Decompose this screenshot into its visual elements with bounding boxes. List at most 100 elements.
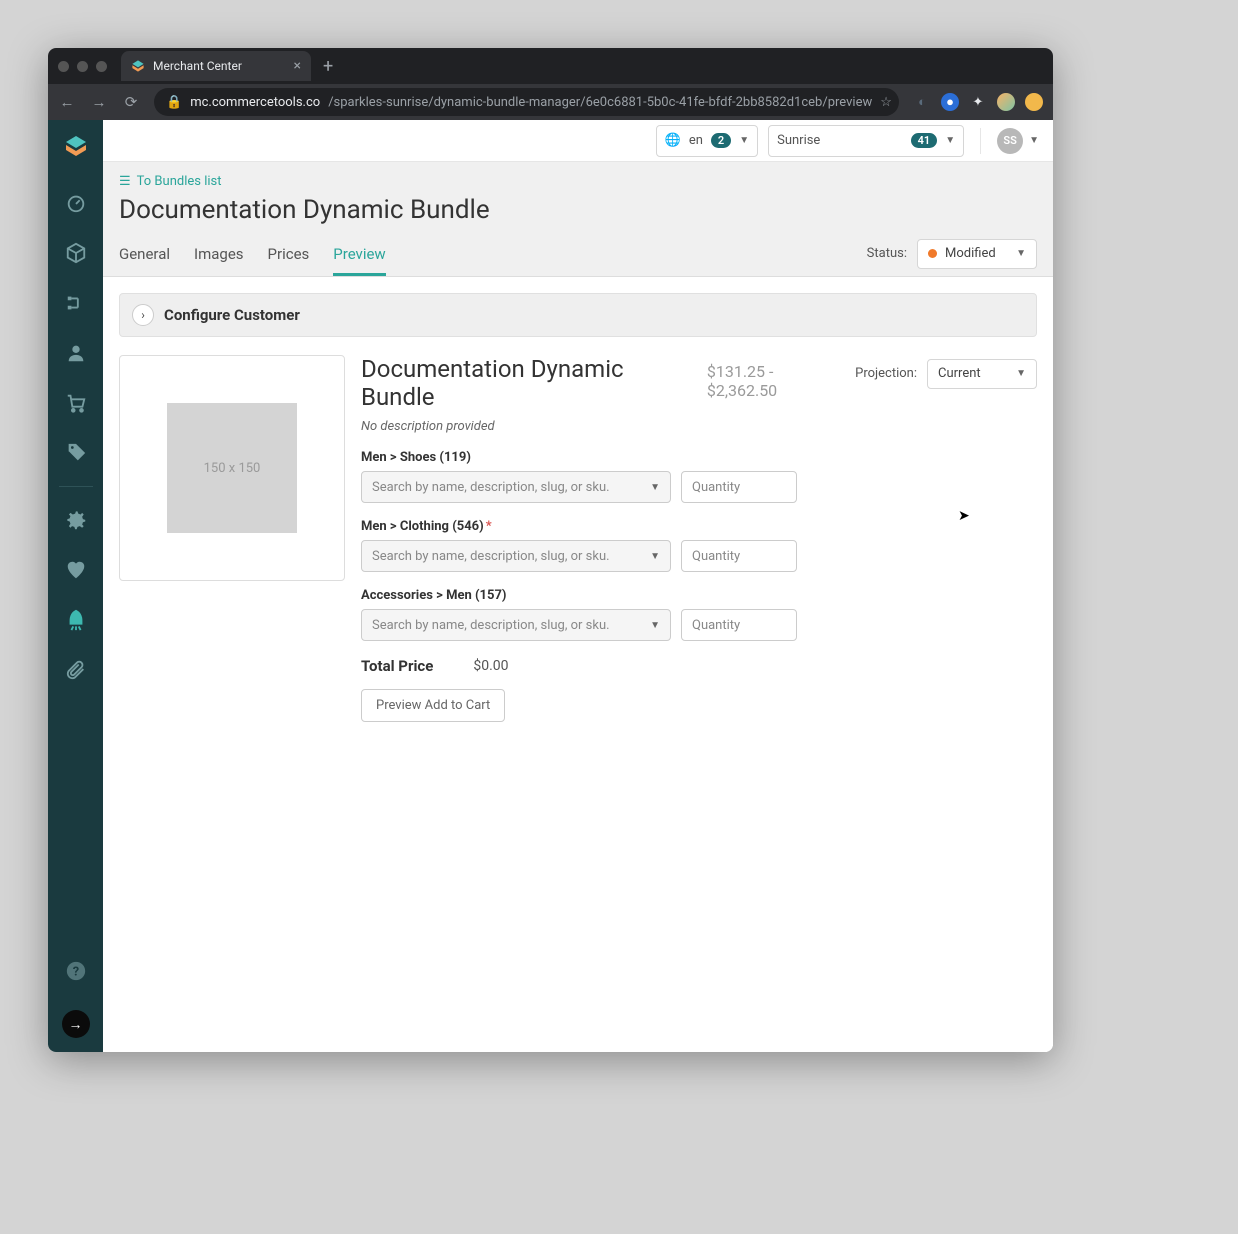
expand-sidebar-button[interactable]: → — [62, 1010, 90, 1038]
reload-button[interactable]: ⟳ — [122, 93, 140, 111]
status-label: Status: — [867, 246, 907, 261]
tab-prices[interactable]: Prices — [268, 237, 310, 276]
sidebar-item-orders[interactable] — [48, 378, 103, 428]
breadcrumb[interactable]: ☰ To Bundles list — [103, 162, 1053, 195]
chevron-down-icon: ▼ — [1016, 248, 1026, 259]
chevron-down-icon: ▼ — [1029, 135, 1039, 146]
avatar: SS — [997, 128, 1023, 154]
ext-icon-3[interactable] — [1025, 93, 1043, 111]
product-image-box: 150 x 150 — [119, 355, 345, 581]
app-logo[interactable] — [58, 128, 94, 164]
category-row-0: Men > Shoes (119) Search by name, descri… — [361, 450, 1037, 503]
project-badge: 41 — [911, 133, 938, 148]
close-icon[interactable]: × — [294, 58, 301, 74]
favicon-icon — [131, 59, 145, 73]
extensions: ◐ ● ✦ — [913, 93, 1043, 111]
detail-panel: Documentation Dynamic Bundle $131.25 - $… — [361, 355, 1037, 722]
quantity-input[interactable]: Quantity — [681, 540, 797, 572]
page-header: ☰ To Bundles list Documentation Dynamic … — [103, 162, 1053, 277]
category-search-input[interactable]: Search by name, description, slug, or sk… — [361, 471, 671, 503]
tab-preview[interactable]: Preview — [333, 237, 385, 276]
search-placeholder: Search by name, description, slug, or sk… — [372, 480, 610, 495]
tab-title: Merchant Center — [153, 59, 242, 73]
total-value: $0.00 — [473, 658, 508, 674]
projection-label: Projection: — [855, 366, 917, 381]
extensions-icon[interactable]: ✦ — [969, 93, 987, 111]
sidebar-item-attach[interactable] — [48, 645, 103, 695]
required-icon: * — [486, 519, 492, 534]
new-tab-button[interactable]: + — [323, 56, 333, 77]
language-badge: 2 — [711, 133, 731, 148]
status-selector[interactable]: Modified ▼ — [917, 239, 1037, 269]
app-shell: ? → 🌐 en 2 ▼ Sunrise 41 ▼ SS — [48, 120, 1053, 1052]
project-selector[interactable]: Sunrise 41 ▼ — [768, 125, 964, 157]
bookmark-icon[interactable]: ☆ — [880, 95, 892, 110]
category-search-input[interactable]: Search by name, description, slug, or sk… — [361, 609, 671, 641]
sidebar-item-launch[interactable] — [48, 595, 103, 645]
profile-icon[interactable] — [997, 93, 1015, 111]
sidebar-item-favorites[interactable] — [48, 545, 103, 595]
chevron-right-icon[interactable]: › — [132, 304, 154, 326]
ext-icon-2[interactable]: ● — [941, 93, 959, 111]
url-host: mc.commercetools.co — [190, 95, 320, 110]
traffic-max[interactable] — [96, 61, 107, 72]
breadcrumb-label: To Bundles list — [137, 174, 222, 189]
total-row: Total Price $0.00 — [361, 657, 1037, 675]
user-menu[interactable]: SS ▼ — [997, 128, 1039, 154]
url-bar[interactable]: 🔒 mc.commercetools.co /sparkles-sunrise/… — [154, 88, 899, 116]
chevron-down-icon: ▼ — [650, 620, 660, 631]
qty-placeholder: Quantity — [692, 480, 740, 495]
projection-selector[interactable]: Current ▼ — [927, 359, 1037, 389]
sidebar-item-settings[interactable] — [48, 495, 103, 545]
browser-tab[interactable]: Merchant Center × — [121, 51, 311, 81]
globe-icon: 🌐 — [665, 133, 681, 148]
window-controls[interactable] — [58, 61, 107, 72]
forward-button[interactable]: → — [90, 93, 108, 111]
tab-general[interactable]: General — [119, 237, 170, 276]
content-area: › Configure Customer 150 x 150 Documenta… — [103, 277, 1053, 1052]
list-icon: ☰ — [119, 174, 131, 189]
total-label: Total Price — [361, 657, 433, 675]
cursor-icon: ➤ — [958, 508, 970, 524]
app-topbar: 🌐 en 2 ▼ Sunrise 41 ▼ SS ▼ — [103, 120, 1053, 162]
chevron-down-icon: ▼ — [650, 482, 660, 493]
page-title: Documentation Dynamic Bundle — [103, 195, 1053, 237]
ext-icon-1[interactable]: ◐ — [913, 93, 931, 111]
quantity-input[interactable]: Quantity — [681, 471, 797, 503]
language-value: en — [689, 133, 703, 148]
qty-placeholder: Quantity — [692, 618, 740, 633]
no-description: No description provided — [361, 419, 1037, 434]
sidebar-item-products[interactable] — [48, 228, 103, 278]
search-placeholder: Search by name, description, slug, or sk… — [372, 618, 610, 633]
sidebar-item-customers[interactable] — [48, 328, 103, 378]
quantity-input[interactable]: Quantity — [681, 609, 797, 641]
configure-customer-panel[interactable]: › Configure Customer — [119, 293, 1037, 337]
language-selector[interactable]: 🌐 en 2 ▼ — [656, 125, 758, 157]
sidebar-item-help[interactable]: ? — [48, 946, 103, 996]
chevron-down-icon: ▼ — [945, 135, 955, 146]
traffic-min[interactable] — [77, 61, 88, 72]
category-label: Men > Clothing (546) — [361, 519, 484, 534]
category-row-1: Men > Clothing (546)* Search by name, de… — [361, 519, 1037, 572]
page-tabs: General Images Prices Preview Status: Mo… — [103, 237, 1053, 277]
tab-images[interactable]: Images — [194, 237, 244, 276]
category-label: Men > Shoes (119) — [361, 450, 471, 465]
chevron-down-icon: ▼ — [739, 135, 749, 146]
sidebar-item-categories[interactable] — [48, 278, 103, 328]
projection-value: Current — [938, 366, 981, 381]
sidebar-item-dashboard[interactable] — [48, 178, 103, 228]
category-search-input[interactable]: Search by name, description, slug, or sk… — [361, 540, 671, 572]
search-placeholder: Search by name, description, slug, or sk… — [372, 549, 610, 564]
traffic-close[interactable] — [58, 61, 69, 72]
sidebar-item-discounts[interactable] — [48, 428, 103, 478]
preview-add-to-cart-button[interactable]: Preview Add to Cart — [361, 689, 505, 722]
configure-title: Configure Customer — [164, 306, 300, 324]
price-range: $131.25 - $2,362.50 — [707, 362, 845, 400]
chevron-down-icon: ▼ — [650, 551, 660, 562]
category-label: Accessories > Men (157) — [361, 588, 506, 603]
qty-placeholder: Quantity — [692, 549, 740, 564]
detail-title: Documentation Dynamic Bundle — [361, 355, 697, 411]
project-value: Sunrise — [777, 133, 820, 148]
status-dot-icon — [928, 249, 937, 258]
back-button[interactable]: ← — [58, 93, 76, 111]
